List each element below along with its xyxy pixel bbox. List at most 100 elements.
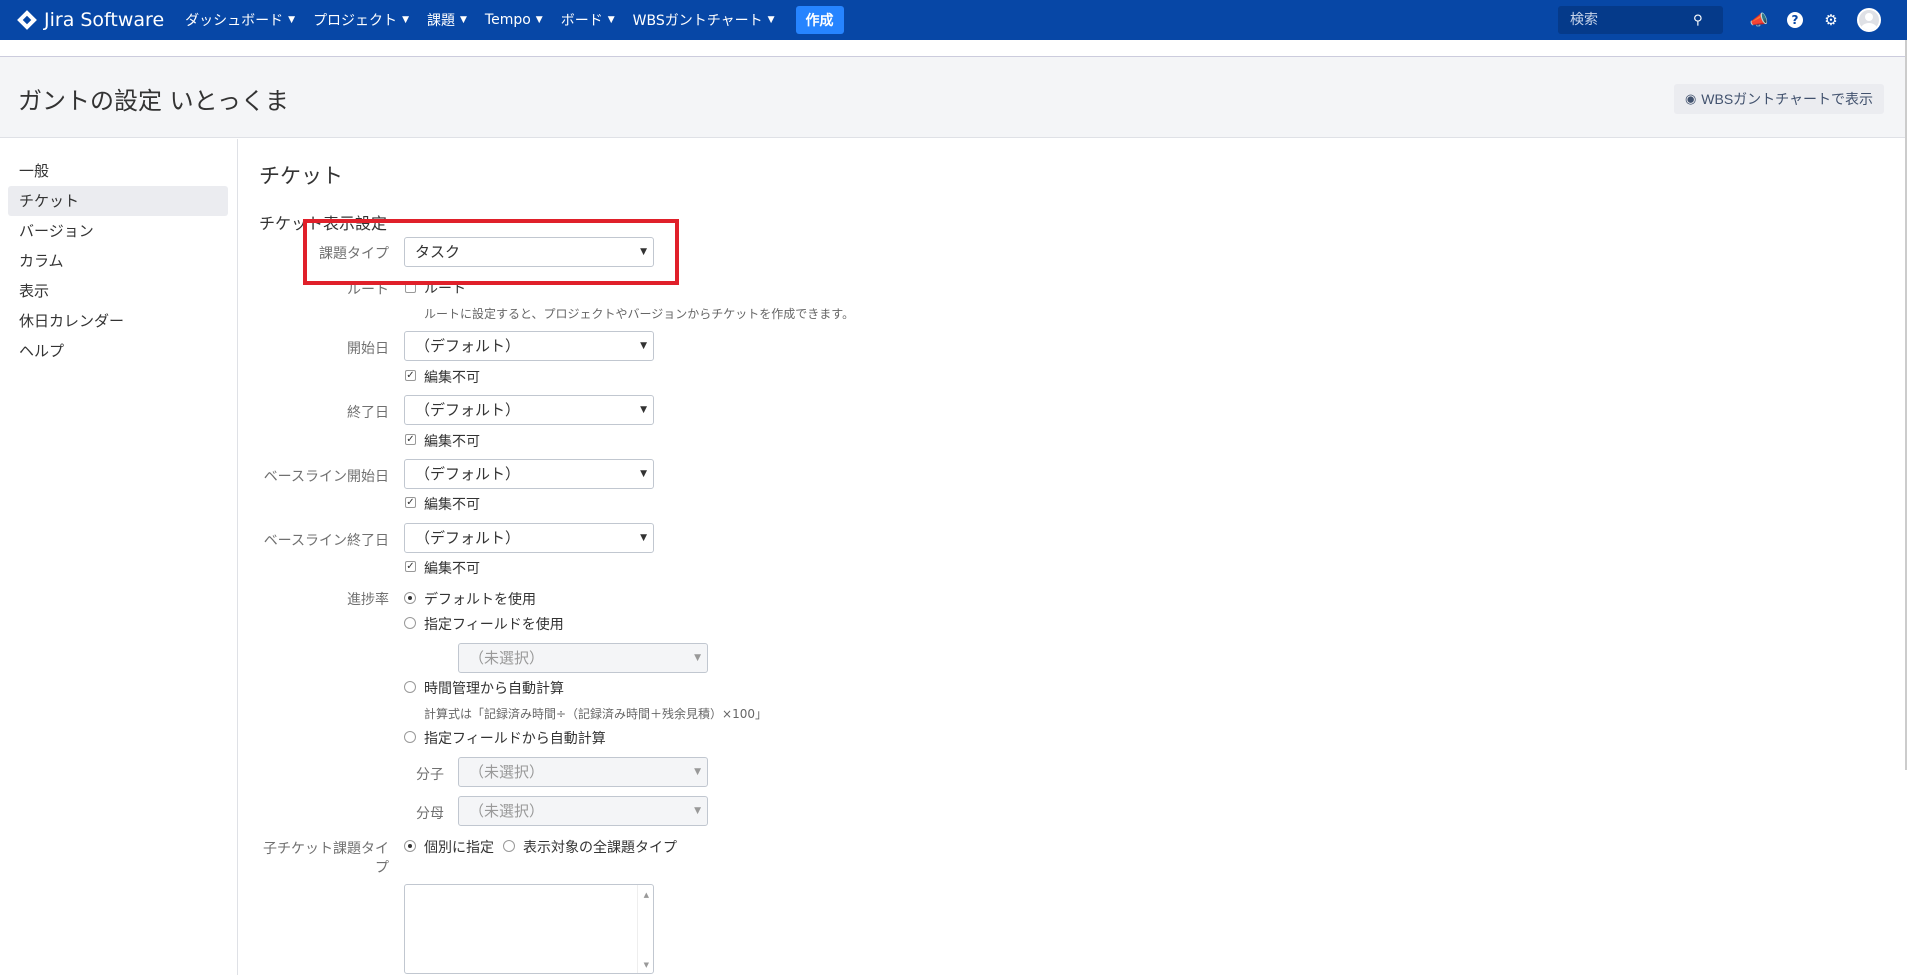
- baseline-end-readonly-label: 編集不可: [424, 561, 480, 577]
- sidebar-item-general[interactable]: 一般: [8, 156, 228, 186]
- search-input[interactable]: [1568, 11, 1693, 29]
- start-date-readonly-checkbox[interactable]: ✓: [405, 370, 416, 381]
- progress-field-calc-radio[interactable]: [404, 731, 416, 743]
- scroll-up-icon[interactable]: ▲: [644, 891, 649, 899]
- top-nav: Jira Software ダッシュボード ▼ プロジェクト ▼ 課題 ▼ Tempo…: [0, 0, 1907, 40]
- chevron-down-icon: ▼: [607, 15, 615, 25]
- nav-wbs-gantt[interactable]: WBSガントチャート ▼: [633, 10, 775, 30]
- nav-right: ⚲ 📣 ? ⚙: [1558, 0, 1907, 40]
- baseline-end-select[interactable]: （デフォルト） ▼: [404, 523, 654, 553]
- progress-field-value: （未選択）: [469, 649, 545, 667]
- chevron-down-icon: ▼: [640, 405, 647, 415]
- sidebar-item-display[interactable]: 表示: [8, 276, 228, 306]
- progress-time-label: 時間管理から自動計算: [424, 681, 564, 697]
- search-box[interactable]: ⚲: [1558, 6, 1723, 34]
- nav-boards[interactable]: ボード ▼: [561, 10, 615, 30]
- denominator-label: 分母: [416, 806, 444, 822]
- sidebar: 一般 チケット バージョン カラム 表示 休日カレンダー ヘルプ: [0, 139, 238, 975]
- progress-field-calc-label: 指定フィールドから自動計算: [424, 731, 606, 747]
- baseline-end-label: ベースライン終了日: [263, 533, 389, 549]
- progress-time-radio[interactable]: [404, 681, 416, 693]
- start-date-select[interactable]: （デフォルト） ▼: [404, 331, 654, 361]
- baseline-end-value: （デフォルト）: [415, 529, 521, 547]
- chevron-down-icon: ▼: [640, 469, 647, 479]
- nav-tempo[interactable]: Tempo ▼: [485, 12, 543, 28]
- progress-field-select[interactable]: （未選択） ▼: [458, 643, 708, 673]
- child-type-all-radio[interactable]: [503, 840, 515, 852]
- numerator-label: 分子: [416, 767, 444, 783]
- chevron-down-icon: ▼: [694, 767, 701, 777]
- chevron-down-icon: ▼: [535, 15, 543, 25]
- baseline-start-value: （デフォルト）: [415, 465, 521, 483]
- child-type-individual-label: 個別に指定: [424, 840, 494, 856]
- start-date-value: （デフォルト）: [415, 337, 521, 355]
- denominator-select[interactable]: （未選択） ▼: [458, 796, 708, 826]
- chevron-down-icon: ▼: [694, 806, 701, 816]
- nav-projects[interactable]: プロジェクト ▼: [313, 10, 409, 30]
- denominator-value: （未選択）: [469, 802, 545, 820]
- child-type-label-2: プ: [375, 860, 389, 876]
- view-wbs-gantt-button[interactable]: ◉ WBSガントチャートで表示: [1674, 84, 1884, 114]
- chevron-down-icon: ▼: [288, 15, 296, 25]
- chevron-down-icon: ▼: [402, 15, 409, 25]
- nav-dashboard[interactable]: ダッシュボード ▼: [185, 10, 295, 30]
- nav-label: Tempo: [484, 12, 531, 28]
- section-title: チケット: [259, 164, 343, 188]
- progress-time-hint: 計算式は「記録済み時間÷（記録済み時間＋残余見積）×100」: [424, 707, 768, 721]
- nav-label: 課題: [426, 13, 455, 29]
- sidebar-item-help[interactable]: ヘルプ: [8, 336, 228, 366]
- start-date-label: 開始日: [347, 341, 389, 357]
- help-button[interactable]: ?: [1785, 10, 1805, 30]
- start-date-readonly-label: 編集不可: [424, 370, 480, 386]
- chevron-down-icon: ▼: [640, 341, 647, 351]
- nav-issues[interactable]: 課題 ▼: [427, 10, 467, 30]
- eye-icon: ◉: [1684, 91, 1697, 106]
- numerator-select[interactable]: （未選択） ▼: [458, 757, 708, 787]
- avatar[interactable]: [1857, 8, 1881, 32]
- chevron-down-icon: ▼: [767, 15, 775, 25]
- child-type-all-label: 表示対象の全課題タイプ: [523, 840, 677, 856]
- chevron-down-icon: ▼: [459, 15, 467, 25]
- scroll-down-icon[interactable]: ▼: [644, 961, 649, 969]
- root-hint: ルートに設定すると、プロジェクトやバージョンからチケットを作成できます。: [424, 307, 855, 321]
- baseline-start-readonly-label: 編集不可: [424, 497, 480, 513]
- view-button-label: WBSガントチャートで表示: [1701, 91, 1874, 107]
- gear-icon[interactable]: ⚙: [1821, 10, 1841, 30]
- page-header: ガントの設定 いとっくま ◉ WBSガントチャートで表示: [0, 56, 1907, 138]
- baseline-end-readonly-checkbox[interactable]: ✓: [405, 561, 416, 572]
- jira-logo[interactable]: Jira Software: [17, 9, 164, 31]
- search-icon[interactable]: ⚲: [1693, 13, 1703, 28]
- sidebar-item-tickets[interactable]: チケット: [8, 186, 228, 216]
- nav-label: プロジェクト: [313, 13, 398, 29]
- help-icon: ?: [1787, 12, 1803, 28]
- progress-default-radio[interactable]: [404, 592, 416, 604]
- end-date-readonly-checkbox[interactable]: ✓: [405, 434, 416, 445]
- sidebar-item-versions[interactable]: バージョン: [8, 216, 228, 246]
- chevron-down-icon: ▼: [640, 533, 647, 543]
- progress-default-label: デフォルトを使用: [424, 592, 536, 608]
- progress-field-radio[interactable]: [404, 617, 416, 629]
- baseline-start-select[interactable]: （デフォルト） ▼: [404, 459, 654, 489]
- sidebar-item-holiday-calendar[interactable]: 休日カレンダー: [8, 306, 228, 336]
- end-date-value: （デフォルト）: [415, 401, 521, 419]
- child-type-list[interactable]: ▲ ▼: [404, 884, 654, 974]
- end-date-label: 終了日: [347, 405, 389, 421]
- megaphone-icon[interactable]: 📣: [1749, 10, 1769, 30]
- baseline-start-readonly-checkbox[interactable]: ✓: [405, 497, 416, 508]
- child-type-individual-radio[interactable]: [404, 840, 416, 852]
- jira-logo-icon: [17, 10, 37, 30]
- end-date-select[interactable]: （デフォルト） ▼: [404, 395, 654, 425]
- chevron-down-icon: ▼: [694, 653, 701, 663]
- progress-field-label: 指定フィールドを使用: [424, 617, 564, 633]
- highlight-box: [303, 219, 679, 285]
- sidebar-item-columns[interactable]: カラム: [8, 246, 228, 276]
- child-type-label-1: 子チケット課題タイ: [263, 841, 389, 857]
- progress-label: 進捗率: [347, 592, 389, 608]
- baseline-start-label: ベースライン開始日: [263, 469, 389, 485]
- page-title: ガントの設定 いとっくま: [18, 87, 289, 115]
- numerator-value: （未選択）: [469, 763, 545, 781]
- nav-label: WBSガントチャート: [632, 13, 763, 29]
- create-button[interactable]: 作成: [795, 6, 844, 34]
- nav-label: ダッシュボード: [185, 13, 284, 29]
- end-date-readonly-label: 編集不可: [424, 434, 480, 450]
